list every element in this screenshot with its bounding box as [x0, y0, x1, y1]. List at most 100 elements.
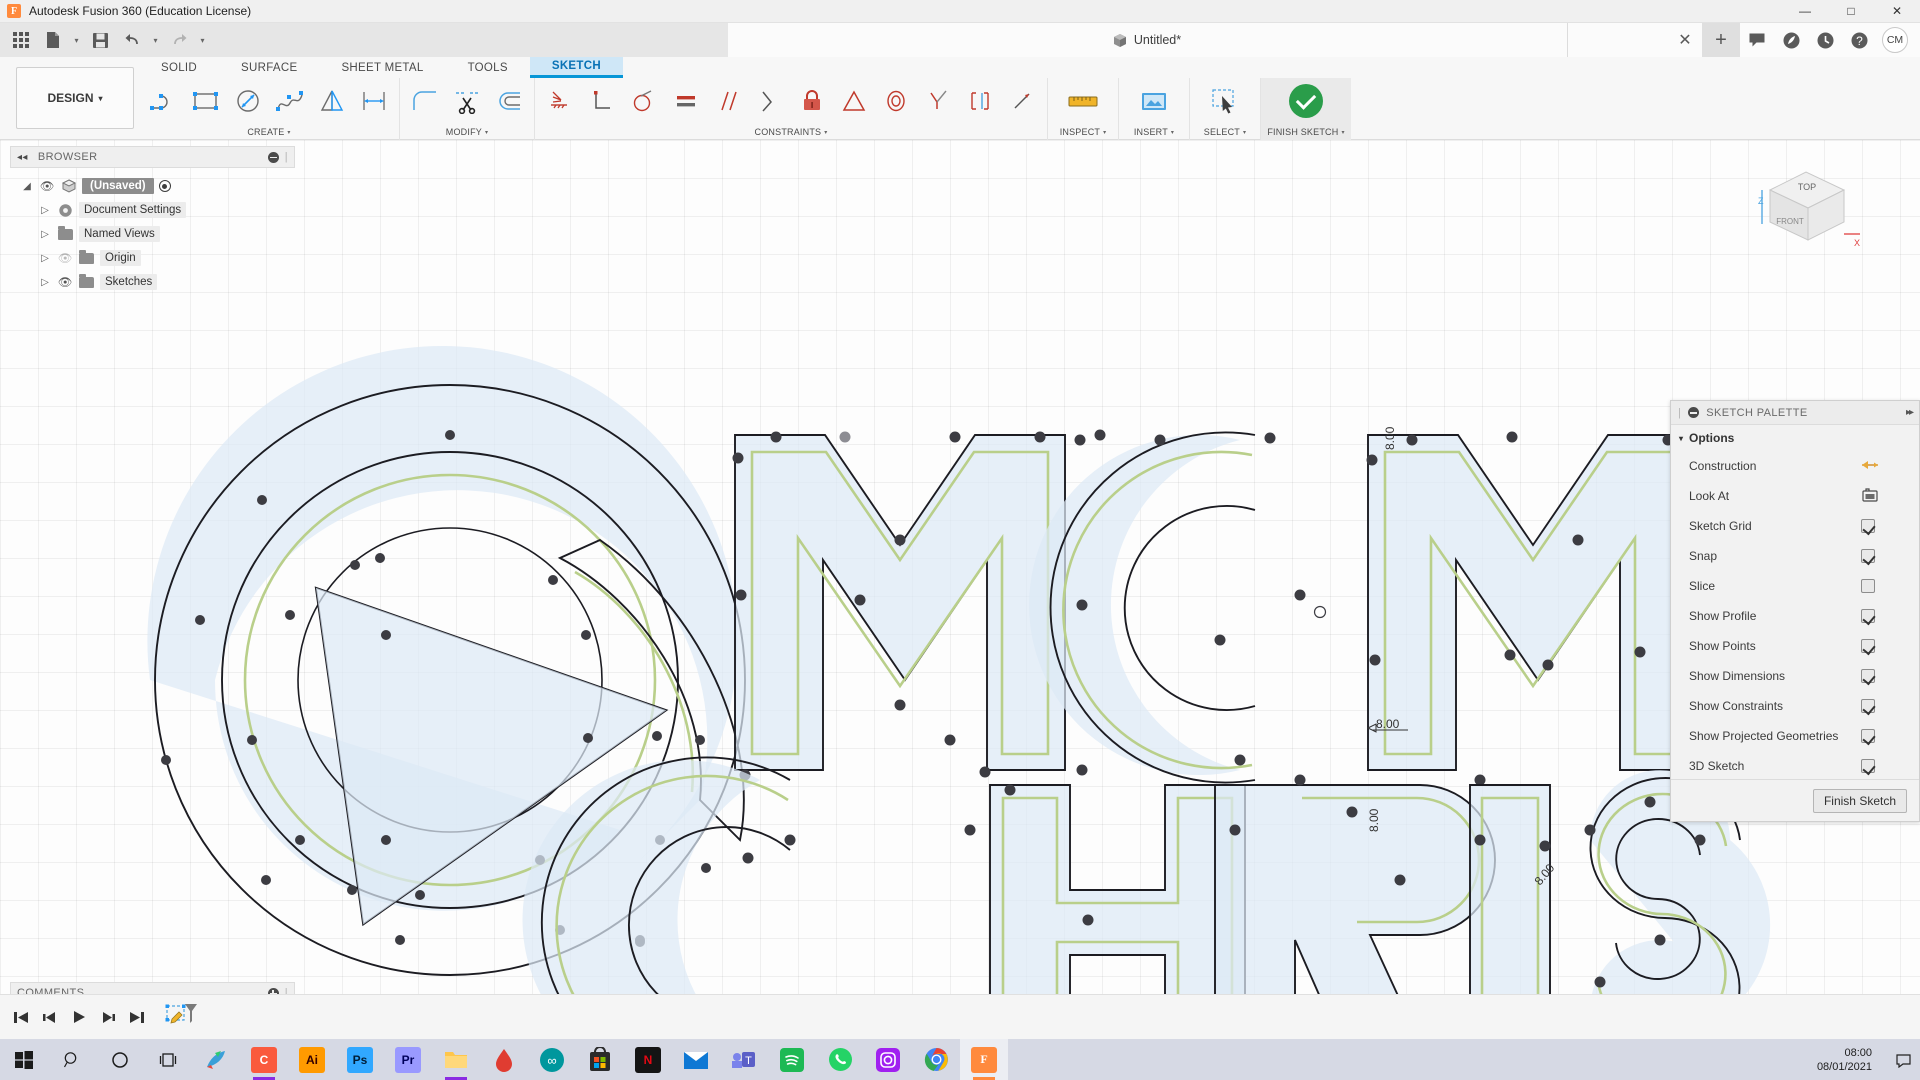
canvas[interactable]: .prof { fill:#dce9f5; fill-opacity:.72; … [0, 140, 1920, 1053]
browser-item-sketches[interactable]: ▷ 👁 Sketches [14, 270, 314, 294]
ribbon-group-label-inspect[interactable]: INSPECT ▾ [1048, 124, 1118, 140]
undo-icon[interactable] [117, 26, 147, 54]
eye-off-icon[interactable]: 👁 [57, 251, 73, 265]
sketch-palette-header[interactable]: | SKETCH PALETTE ▸▸ [1671, 401, 1919, 425]
taskbar-app-whatsapp[interactable] [816, 1039, 864, 1080]
workspace-selector[interactable]: DESIGN ▾ [16, 67, 134, 129]
ribbon-group-label-select[interactable]: SELECT ▾ [1190, 124, 1260, 140]
browser-collapse-circle-icon[interactable] [268, 152, 279, 163]
new-document-tab-button[interactable]: + [1702, 23, 1740, 57]
expand-triangle-icon[interactable]: ◢ [20, 181, 34, 192]
palette-options-header[interactable]: ▾ Options [1671, 425, 1919, 451]
comment-icon[interactable] [1740, 23, 1774, 57]
dimension-icon[interactable] [353, 79, 395, 123]
browser-panel-header[interactable]: ◂◂ BROWSER | [10, 146, 295, 168]
browser-item-named-views[interactable]: ▷ Named Views [14, 222, 314, 246]
taskbar-app-premiere[interactable]: Pr [384, 1039, 432, 1080]
rectangle-icon[interactable] [185, 79, 227, 123]
palette-row-slice[interactable]: Slice [1671, 571, 1919, 601]
construction-line-icon[interactable] [1861, 458, 1879, 475]
tab-surface[interactable]: SURFACE [219, 57, 319, 78]
help-icon[interactable]: ? [1842, 23, 1876, 57]
palette-row-sketch-grid[interactable]: Sketch Grid [1671, 511, 1919, 541]
3d-sketch-checkbox[interactable] [1861, 759, 1875, 773]
expand-triangle-icon[interactable]: ▷ [38, 253, 52, 264]
taskbar-app-drop-app[interactable] [480, 1039, 528, 1080]
ribbon-group-label-insert[interactable]: INSERT ▾ [1119, 124, 1189, 140]
tab-tools[interactable]: TOOLS [446, 57, 530, 78]
equal-icon[interactable] [665, 79, 707, 123]
finish-sketch-button[interactable]: Finish Sketch [1813, 789, 1907, 813]
palette-row-show-constraints[interactable]: Show Constraints [1671, 691, 1919, 721]
step-back-icon[interactable] [37, 1004, 63, 1030]
parallel-icon[interactable] [707, 79, 749, 123]
snap-checkbox[interactable] [1861, 549, 1875, 563]
palette-collapse-icon[interactable] [1688, 407, 1699, 418]
palette-row-show-profile[interactable]: Show Profile [1671, 601, 1919, 631]
taskbar-app-netflix[interactable]: N [624, 1039, 672, 1080]
taskbar-app-chrome[interactable] [912, 1039, 960, 1080]
fix-lock-icon[interactable] [791, 79, 833, 123]
save-icon[interactable] [85, 26, 115, 54]
tab-solid[interactable]: SOLID [139, 57, 219, 78]
taskbar-app-instagram[interactable] [864, 1039, 912, 1080]
concentric-icon[interactable] [875, 79, 917, 123]
taskbar-app-mail[interactable] [672, 1039, 720, 1080]
offset-icon[interactable] [488, 79, 530, 123]
redo-caret-icon[interactable]: ▾ [196, 26, 209, 54]
ribbon-group-label-finish-sketch[interactable]: FINISH SKETCH ▾ [1261, 124, 1351, 140]
taskbar-clock[interactable]: 08:00 08/01/2021 [1817, 1046, 1886, 1074]
ribbon-group-label-create[interactable]: CREATE ▾ [139, 124, 399, 140]
activate-component-icon[interactable] [159, 180, 171, 192]
look-at-camera-icon[interactable] [1861, 487, 1879, 506]
taskbar-app-spotify[interactable] [768, 1039, 816, 1080]
undo-caret-icon[interactable]: ▾ [149, 26, 162, 54]
step-forward-icon[interactable] [95, 1004, 121, 1030]
taskbar-app-teams[interactable]: T [720, 1039, 768, 1080]
play-icon[interactable] [66, 1004, 92, 1030]
select-cursor-icon[interactable] [1204, 79, 1246, 123]
new-file-icon[interactable] [38, 26, 68, 54]
cut-icon[interactable] [1001, 79, 1043, 123]
document-tab[interactable]: Untitled* [728, 23, 1568, 57]
taskbar-app-arduino[interactable]: ∞ [528, 1039, 576, 1080]
spline-icon[interactable] [269, 79, 311, 123]
maximize-button[interactable]: □ [1828, 0, 1874, 23]
job-status-icon[interactable] [1774, 23, 1808, 57]
insert-image-icon[interactable] [1133, 79, 1175, 123]
tangent-icon[interactable] [623, 79, 665, 123]
show-projected-geometries-checkbox[interactable] [1861, 729, 1875, 743]
palette-row-show-projected-geometries[interactable]: Show Projected Geometries [1671, 721, 1919, 751]
taskbar-app-microsoft-store[interactable] [576, 1039, 624, 1080]
notifications-icon[interactable] [1886, 1052, 1920, 1068]
eye-icon[interactable]: 👁 [39, 179, 55, 193]
taskbar-app-creative-cloud[interactable]: C [240, 1039, 288, 1080]
search-icon[interactable] [48, 1039, 96, 1080]
show-dimensions-checkbox[interactable] [1861, 669, 1875, 683]
sketch-timeline-marker-icon[interactable] [165, 1002, 199, 1032]
palette-row-3d-sketch[interactable]: 3D Sketch [1671, 751, 1919, 781]
fillet-icon[interactable] [404, 79, 446, 123]
tab-sheet-metal[interactable]: SHEET METAL [319, 57, 445, 78]
browser-item-document-settings[interactable]: ▷ Document Settings [14, 198, 314, 222]
palette-row-show-dimensions[interactable]: Show Dimensions [1671, 661, 1919, 691]
palette-row-snap[interactable]: Snap [1671, 541, 1919, 571]
finish-sketch-check-icon[interactable] [1285, 79, 1327, 123]
recent-icon[interactable] [1808, 23, 1842, 57]
task-view-icon[interactable] [144, 1039, 192, 1080]
show-points-checkbox[interactable] [1861, 639, 1875, 653]
palette-row-construction[interactable]: Construction [1671, 451, 1919, 481]
taskbar-app-photoshop[interactable]: Ps [336, 1039, 384, 1080]
viewcube[interactable]: TOP FRONT Z X [1748, 160, 1868, 265]
taskbar-app-paint-3d[interactable] [192, 1039, 240, 1080]
tab-sketch[interactable]: SKETCH [530, 57, 623, 78]
trim-icon[interactable] [446, 79, 488, 123]
cortana-icon[interactable] [96, 1039, 144, 1080]
new-file-caret-icon[interactable]: ▾ [70, 26, 83, 54]
sketch-grid-checkbox[interactable] [1861, 519, 1875, 533]
measure-icon[interactable] [1062, 79, 1104, 123]
windows-start-icon[interactable] [0, 1039, 48, 1080]
taskbar-app-illustrator[interactable]: Ai [288, 1039, 336, 1080]
ribbon-group-label-constraints[interactable]: CONSTRAINTS ▾ [535, 124, 1047, 140]
midpoint-icon[interactable] [959, 79, 1001, 123]
